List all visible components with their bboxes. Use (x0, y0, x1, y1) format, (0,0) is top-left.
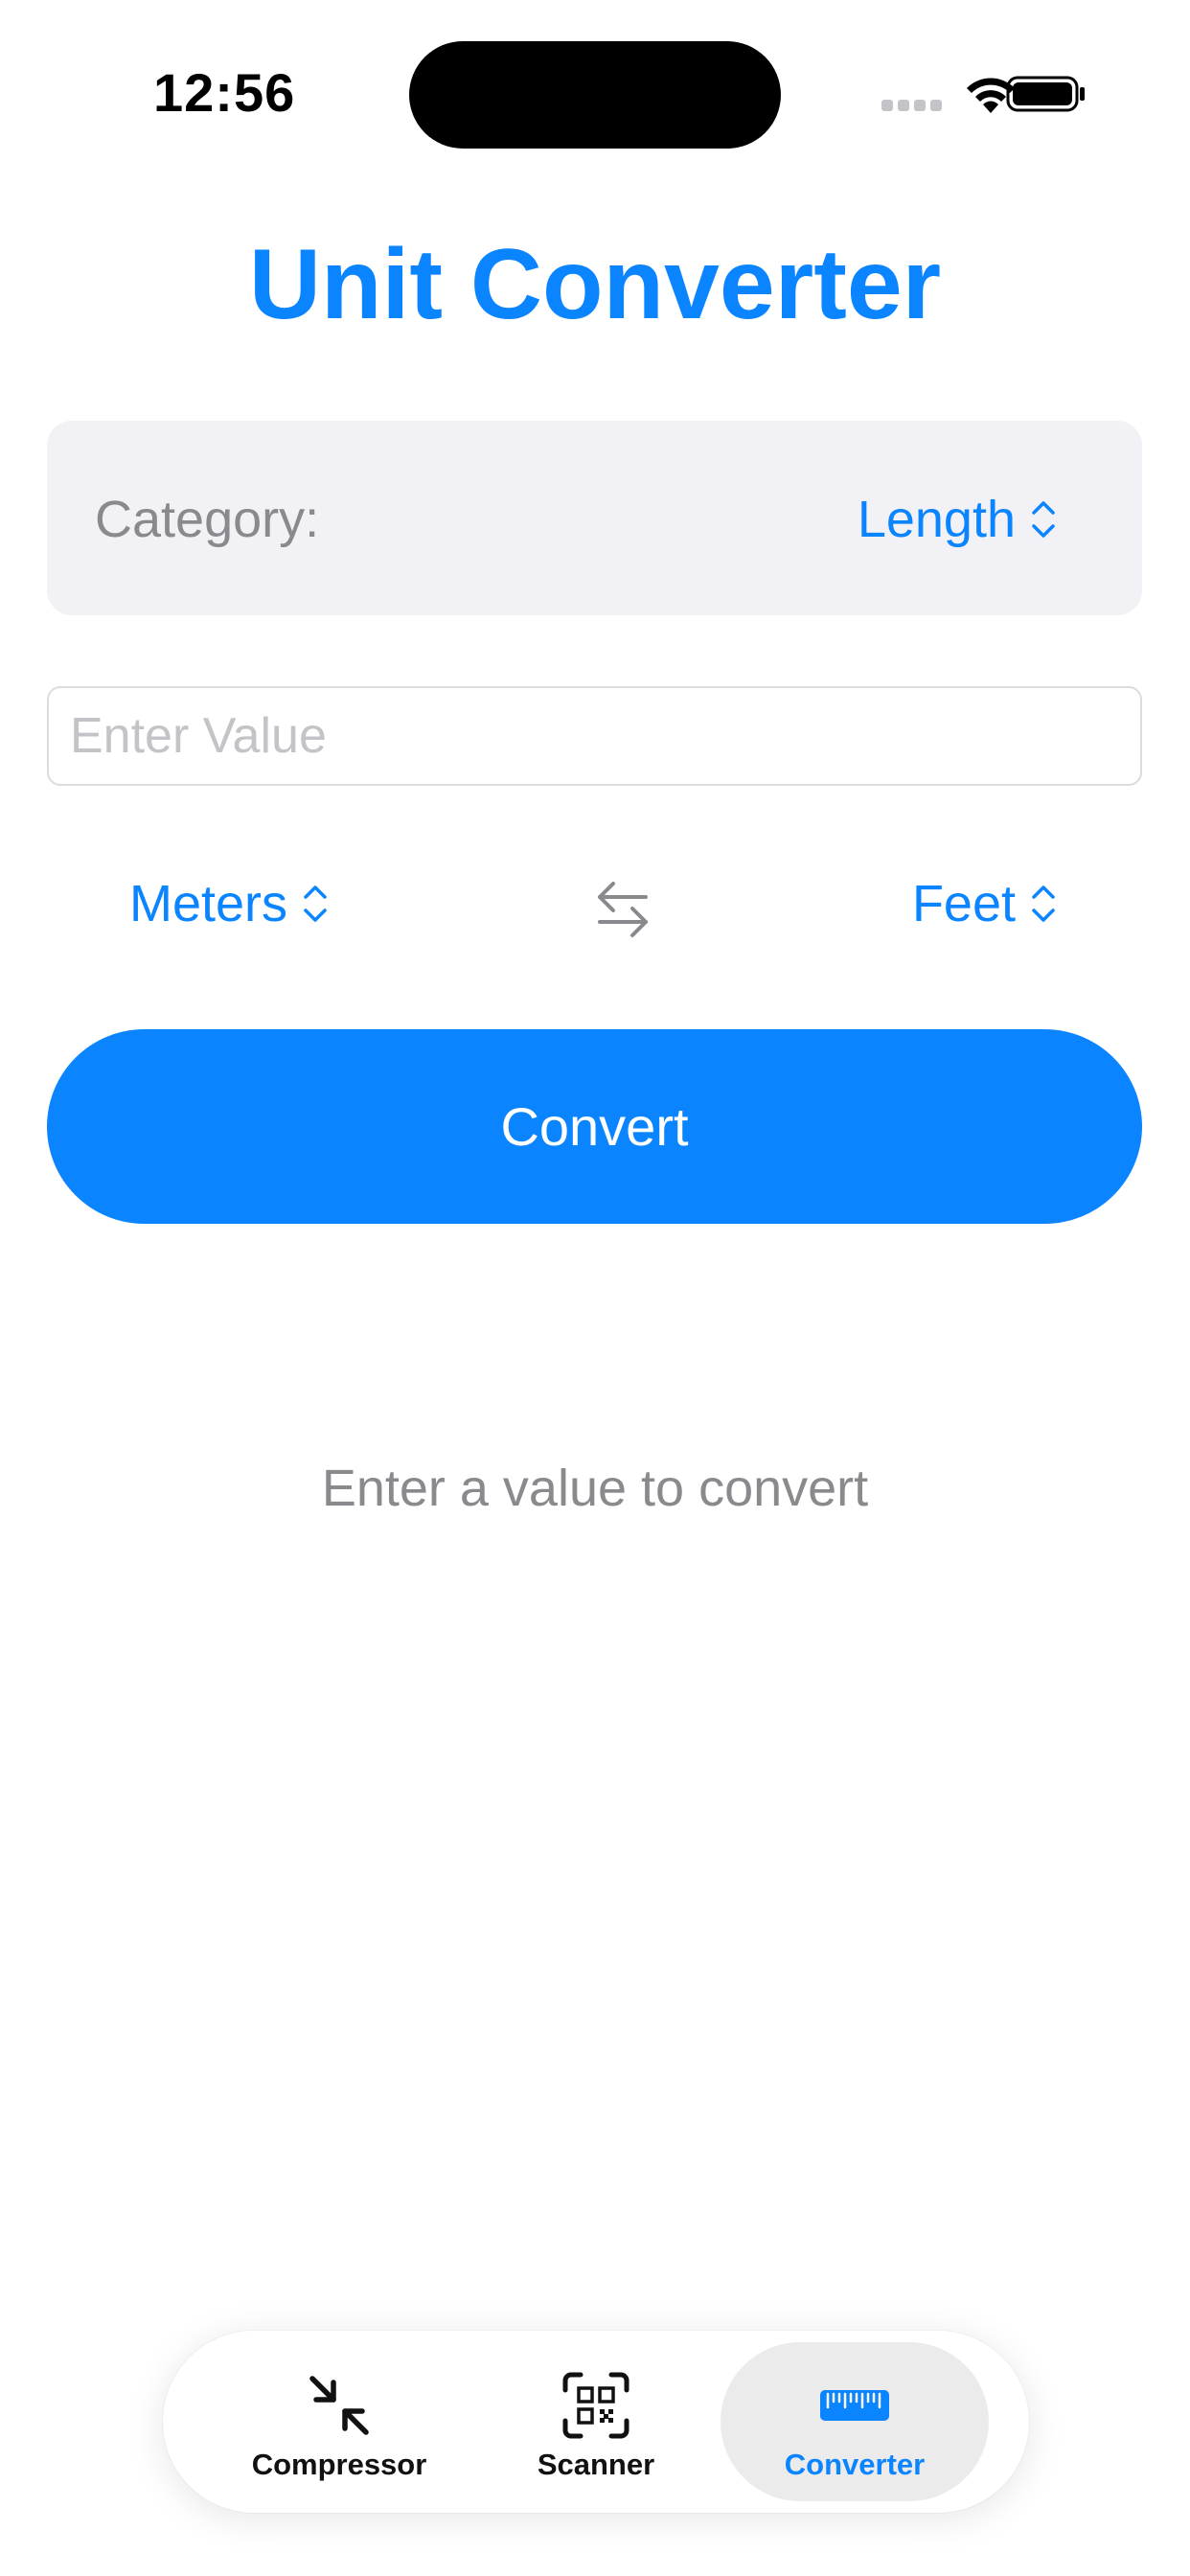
value-input[interactable] (47, 686, 1142, 786)
tab-scanner[interactable]: Scanner (462, 2342, 730, 2501)
chevron-up-down-icon (1032, 886, 1055, 922)
convert-button[interactable]: Convert (47, 1029, 1142, 1224)
from-unit-picker[interactable]: Meters (129, 874, 330, 933)
category-card: Category: Length (47, 421, 1142, 615)
to-unit-picker[interactable]: Feet (912, 874, 1058, 933)
cellular-signal-icon (881, 100, 943, 111)
to-unit-label: Feet (911, 875, 1016, 932)
chevron-up-down-icon (304, 886, 327, 922)
category-picker[interactable]: Length (858, 490, 1058, 549)
tab-converter[interactable]: Converter (721, 2342, 989, 2501)
app-screen: 12:56 Unit Converter Category: Length En… (0, 0, 1190, 2576)
tab-label-scanner: Scanner (537, 2448, 655, 2481)
tab-label-converter: Converter (784, 2448, 926, 2481)
tab-compressor[interactable]: Compressor (205, 2342, 473, 2501)
from-unit-label: Meters (129, 875, 288, 932)
status-time: 12:56 (153, 62, 296, 123)
page-title: Unit Converter (248, 229, 942, 340)
battery-icon (1006, 76, 1085, 112)
qr-scanner-icon (562, 2372, 629, 2439)
tab-bar: Compressor Scanner Converter (163, 2331, 1029, 2513)
compress-arrows-icon (309, 2376, 369, 2435)
ruler-icon (820, 2390, 889, 2421)
category-value: Length (857, 491, 1016, 548)
tab-label-compressor: Compressor (251, 2448, 427, 2481)
result-text: Enter a value to convert (321, 1460, 869, 1517)
dynamic-island (409, 41, 781, 149)
category-label: Category: (95, 491, 320, 548)
swap-units-icon[interactable] (594, 874, 652, 941)
chevron-up-down-icon (1032, 501, 1055, 538)
